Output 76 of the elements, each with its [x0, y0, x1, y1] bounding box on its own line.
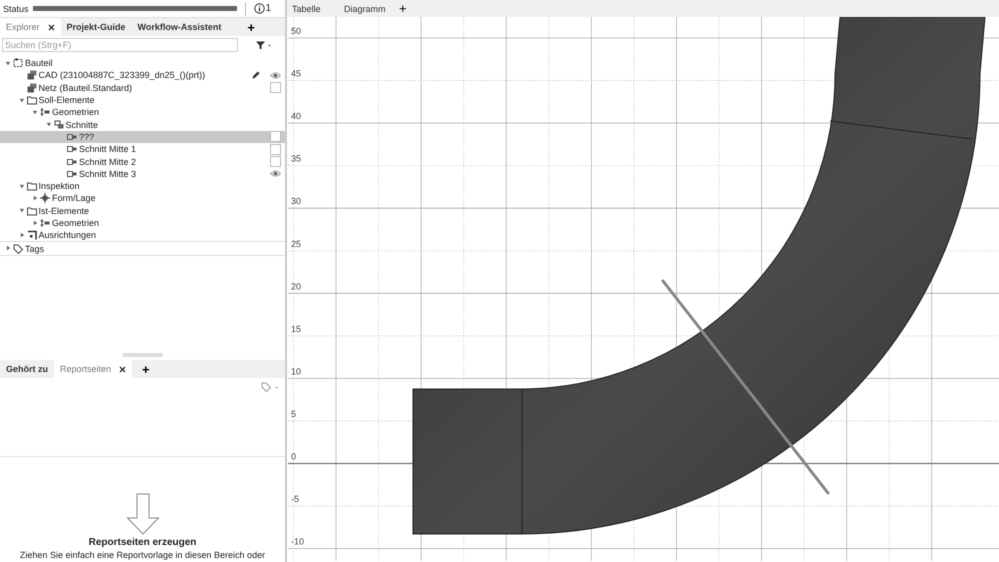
info-icon[interactable]	[254, 3, 265, 14]
visibility-checkbox[interactable]	[270, 82, 281, 94]
section-icon	[67, 132, 77, 142]
tree-item[interactable]: Ist-Elemente	[38, 206, 90, 216]
tree-item[interactable]: Schnitt Mitte 2	[79, 156, 136, 167]
section-icon	[67, 156, 77, 167]
tree-item[interactable]: Schnitt Mitte 1	[79, 144, 136, 154]
tree-item[interactable]: Geometrien	[52, 218, 100, 228]
alignment-icon	[26, 230, 36, 240]
visibility-checkbox[interactable]	[270, 144, 281, 155]
mesh-icon	[26, 82, 36, 93]
tree-item[interactable]: Netz (Bauteil.Standard)	[38, 82, 132, 93]
status-label: Status	[3, 4, 29, 14]
tree-item[interactable]: Tags	[25, 244, 44, 254]
axis-label: 45	[291, 68, 302, 79]
expand-arrow-icon[interactable]	[31, 218, 40, 228]
axis-label: 0	[291, 452, 296, 462]
view-tab[interactable]: Tabelle	[287, 0, 339, 17]
geometry-icon	[40, 107, 50, 118]
add-tab-button[interactable]: +	[391, 1, 415, 16]
tree-item[interactable]: Geometrien	[52, 107, 100, 118]
panel-tab[interactable]: Workflow-Assistent	[132, 18, 228, 36]
axis-label: 50	[291, 26, 302, 36]
drop-title: Reportseiten erzeugen	[88, 537, 196, 548]
tree-item[interactable]: Schnitte	[66, 120, 98, 130]
folder-icon	[26, 95, 36, 106]
eye-icon[interactable]	[270, 169, 281, 178]
splitter-handle[interactable]	[122, 353, 162, 357]
panel-tab[interactable]: Reportseiten	[54, 360, 132, 378]
tree-item[interactable]: Soll-Elemente	[38, 95, 95, 106]
tree-item[interactable]: Schnitt Mitte 3	[79, 168, 136, 179]
tree-item[interactable]: Bauteil	[25, 58, 53, 68]
section-icon	[67, 144, 77, 154]
tag-icon	[13, 244, 23, 254]
close-icon[interactable]	[119, 366, 126, 372]
sections-icon	[54, 120, 64, 130]
down-arrow-icon	[126, 493, 160, 535]
eye-icon[interactable]	[270, 70, 281, 80]
tree-item[interactable]: ???	[79, 132, 94, 142]
expand-arrow-icon[interactable]	[31, 194, 40, 203]
visibility-checkbox[interactable]	[270, 156, 281, 168]
add-tab-button[interactable]: +	[132, 362, 160, 376]
message-count: 1	[266, 3, 272, 14]
section-icon	[67, 168, 77, 179]
tag-icon[interactable]	[261, 382, 279, 392]
tree-item[interactable]: CAD (231004887C_323399_dn25_()(prt))	[38, 70, 206, 80]
axis-label: 40	[291, 111, 302, 122]
folder-icon	[26, 181, 36, 192]
axis-label: 20	[291, 281, 302, 292]
tree-item[interactable]: Ausrichtungen	[38, 230, 96, 240]
panel-tab[interactable]: Explorer	[0, 18, 61, 36]
geometry-icon	[40, 218, 50, 228]
axis-label: 35	[291, 154, 302, 164]
tree-item[interactable]: Inspektion	[38, 181, 80, 192]
drop-hint: Ziehen Sie einfach eine Reportvorlage in diesen Bereich oder	[20, 550, 266, 560]
axis-label: -10	[291, 536, 304, 547]
part-icon	[13, 58, 23, 68]
crosshair-icon	[40, 193, 50, 204]
axis-label: 15	[291, 324, 302, 334]
panel-tab[interactable]: Projekt-Guide	[60, 18, 132, 36]
panel-tab[interactable]: Gehört zu	[0, 360, 54, 378]
pencil-icon[interactable]	[250, 70, 261, 80]
folder-icon	[26, 206, 36, 216]
axis-label: 10	[291, 366, 302, 376]
close-icon[interactable]	[48, 24, 55, 30]
model-icon	[26, 70, 36, 80]
search-field[interactable]: Suchen (Strg+F)	[2, 38, 238, 52]
axis-label: 25	[291, 238, 302, 249]
filter-icon[interactable]	[256, 40, 272, 50]
view-tab[interactable]: Diagramm	[339, 0, 391, 17]
axis-label: 30	[291, 196, 302, 206]
add-tab-button[interactable]: +	[237, 20, 265, 34]
tree-item[interactable]: Form/Lage	[52, 193, 96, 204]
axis-label: 5	[291, 408, 296, 419]
visibility-checkbox[interactable]	[270, 131, 281, 142]
axis-label: -5	[291, 494, 300, 504]
